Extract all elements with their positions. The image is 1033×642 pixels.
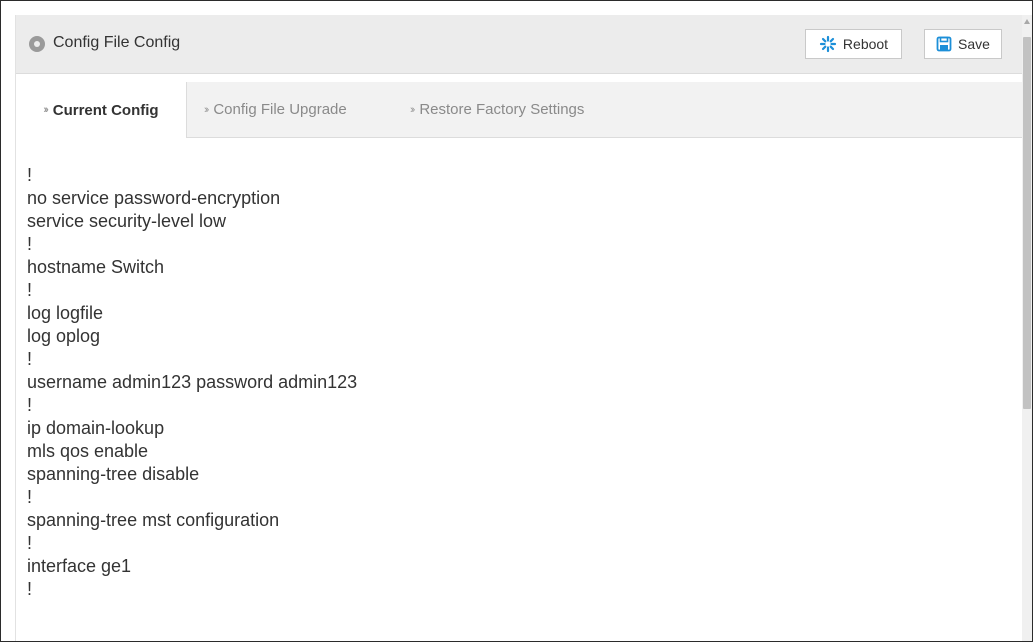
page-title: Config File Config [53,34,181,51]
config-window: Config File Config Reboot Save ›› Curren… [0,0,1033,642]
config-line: ! [27,234,33,254]
location-pin-icon [29,36,45,52]
config-line: ! [27,395,33,415]
config-line: service security-level low [27,211,227,231]
config-panel: Config File Config Reboot Save ›› Curren… [15,15,1022,641]
config-line: log logfile [27,303,104,323]
scrollbar-thumb[interactable] [1023,37,1031,409]
vertical-scrollbar[interactable] [1022,15,1032,641]
config-line: ! [27,487,33,507]
spinner-icon [819,35,837,53]
config-line: ! [27,165,33,185]
config-line: username admin123 password admin123 [27,372,358,392]
config-line: ! [27,579,33,599]
save-button-label: Save [958,36,990,52]
config-line: mls qos enable [27,441,149,461]
config-line: hostname Switch [27,257,165,277]
reboot-button-label: Reboot [842,36,889,52]
tab-label: Current Config [52,101,159,119]
config-line: ! [27,280,33,300]
config-line: ! [27,533,33,553]
scroll-up-arrow-icon[interactable] [1024,19,1030,24]
chevron-right-icon: ›› [43,104,49,116]
tab-bar: ›› Current Config ›› Config File Upgrade… [16,82,1022,138]
tab-label: Restore Factory Settings [419,101,585,118]
config-line: spanning-tree disable [27,464,200,484]
config-line: interface ge1 [27,556,132,576]
config-line: ip domain-lookup [27,418,165,438]
tab-current-config[interactable]: ›› Current Config [16,82,187,138]
config-line: spanning-tree mst configuration [27,510,280,530]
panel-header: Config File Config Reboot Save [16,15,1022,74]
chevron-right-icon: ›› [204,103,210,116]
config-line: log oplog [27,326,101,346]
current-config-text: ! no service password-encryption service… [27,164,987,601]
tab-restore-factory-settings[interactable]: ›› Restore Factory Settings [410,82,584,137]
tab-label: Config File Upgrade [213,101,347,118]
reboot-button[interactable]: Reboot [805,29,902,59]
config-line: no service password-encryption [27,188,281,208]
floppy-disk-icon [936,36,952,52]
tab-config-file-upgrade[interactable]: ›› Config File Upgrade [204,82,347,137]
chevron-right-icon: ›› [410,103,416,116]
config-line: ! [27,349,33,369]
save-button[interactable]: Save [924,29,1002,59]
